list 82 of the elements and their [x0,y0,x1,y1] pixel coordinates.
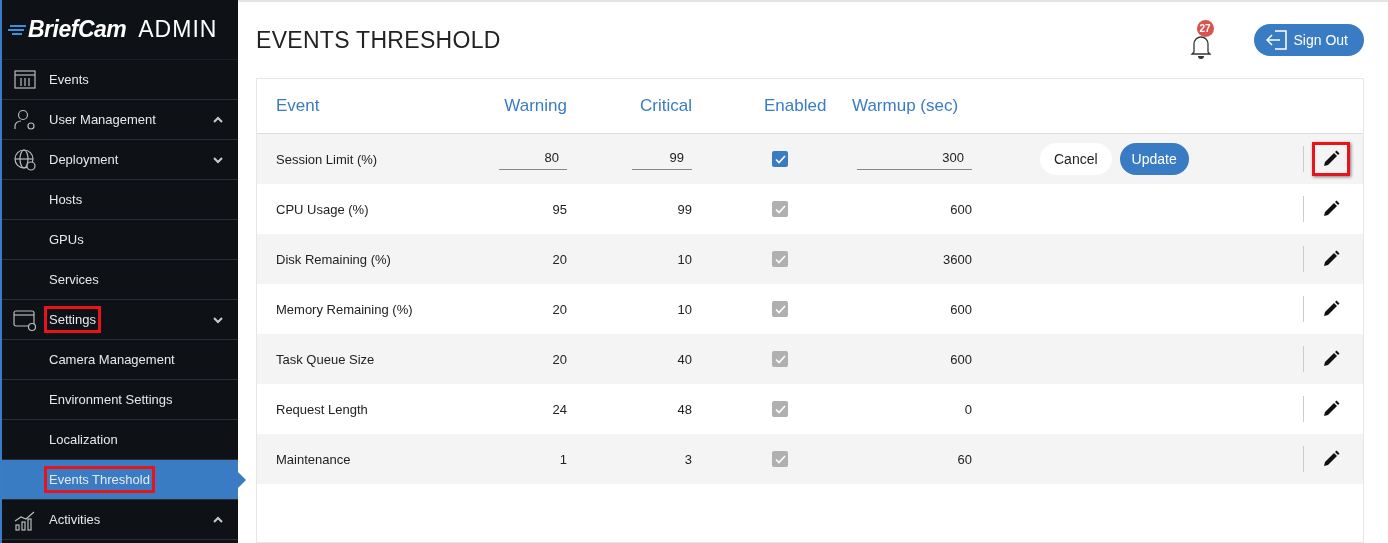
critical-cell: 99 [677,201,692,217]
selection-pointer [238,472,246,488]
warning-cell: 20 [552,251,567,267]
pencil-icon [1321,199,1341,219]
event-cell-text: CPU Usage (%) [275,201,369,217]
critical-cell: 48 [677,401,692,417]
event-cell-text: Memory Remaining (%) [275,301,413,317]
brand-logo: BriefCam [8,16,127,43]
sidebar-label: User Management [48,111,157,129]
enabled-checkbox[interactable] [772,201,788,217]
critical-cell: 3 [684,451,692,467]
event-cell-text: Session Limit (%) [275,151,378,167]
pencil-icon [1321,449,1341,469]
critical-cell: 40 [677,351,692,367]
enabled-checkbox[interactable] [772,301,788,317]
warmup-cell: 0 [964,401,972,417]
event-cell-text: Maintenance [275,451,351,467]
sidebar-item[interactable]: Deployment [2,140,238,180]
pencil-icon [1321,349,1341,369]
column-header: Critical [640,96,692,116]
sidebar-item[interactable]: Environment Settings [2,380,238,420]
warning-cell: 24 [552,401,567,417]
event-cell-text: Request Length [275,401,368,417]
speed-lines-icon [8,23,26,36]
warmup-cell: 60 [957,451,972,467]
sidebar-item[interactable]: Camera Management [2,340,238,380]
column-header: Event [275,96,320,116]
critical-field[interactable]: 99 [632,148,692,170]
update-button[interactable]: Update [1119,143,1189,175]
sidebar-item[interactable]: Events [2,60,238,100]
sidebar-label: Events [48,71,90,89]
notification-badge: 27 [1196,20,1214,37]
sidebar-label: Settings [44,306,101,333]
column-header: Enabled [763,96,827,116]
critical-cell: 10 [677,251,692,267]
pencil-icon [1321,249,1341,269]
sign-out-button[interactable]: Sign Out [1253,24,1364,56]
sidebar-item[interactable]: Settings [2,300,238,340]
sidebar-label: Environment Settings [48,391,174,409]
column-header: Warning [504,96,567,116]
enabled-checkbox[interactable] [772,401,788,417]
enabled-checkbox[interactable] [772,251,788,267]
column-header: Warmup (sec) [852,96,959,116]
warning-cell: 1 [559,451,567,467]
event-cell-text: Task Queue Size [275,351,375,367]
sidebar-label: Camera Management [48,351,176,369]
enabled-checkbox[interactable] [772,151,788,167]
warning-cell: 20 [552,301,567,317]
sidebar-label: Activities [48,511,102,529]
event-cell-text: Disk Remaining (%) [275,251,391,267]
edit-button[interactable] [1312,142,1350,176]
warmup-cell: 600 [950,351,972,367]
warmup-cell: 3600 [943,251,972,267]
enabled-checkbox[interactable] [772,451,788,467]
sign-out-icon [1265,30,1288,50]
warmup-cell: 600 [950,201,972,217]
warning-cell: 95 [552,201,567,217]
enabled-checkbox[interactable] [772,351,788,367]
sidebar-item[interactable]: Services [2,260,238,300]
sidebar-item[interactable]: Hosts [2,180,238,220]
warmup-cell: 600 [950,301,972,317]
pencil-icon [1321,299,1341,319]
sidebar-label: Services [48,271,100,289]
sidebar-label: Deployment [48,151,120,169]
sidebar-item[interactable]: Activities [2,500,238,540]
cancel-button[interactable]: Cancel [1040,143,1112,175]
pencil-icon [1321,149,1341,169]
sidebar-label: GPUs [48,231,85,249]
pencil-icon [1321,399,1341,419]
globe-icon [12,146,38,173]
notifications-button[interactable]: 27 [1181,20,1220,60]
sidebar-label: Events Threshold [44,466,155,493]
warning-cell: 20 [552,351,567,367]
warning-field[interactable]: 80 [499,148,567,170]
warmup-field[interactable]: 300 [857,148,972,170]
sidebar-label: Localization [48,431,119,449]
admin-label: ADMIN [138,16,218,43]
critical-cell: 10 [677,301,692,317]
page-title: EVENTS THRESHOLD [256,26,501,54]
sidebar-item[interactable]: GPUs [2,220,238,260]
sidebar-label: Hosts [48,191,84,209]
sidebar-item[interactable]: User Management [2,100,238,140]
